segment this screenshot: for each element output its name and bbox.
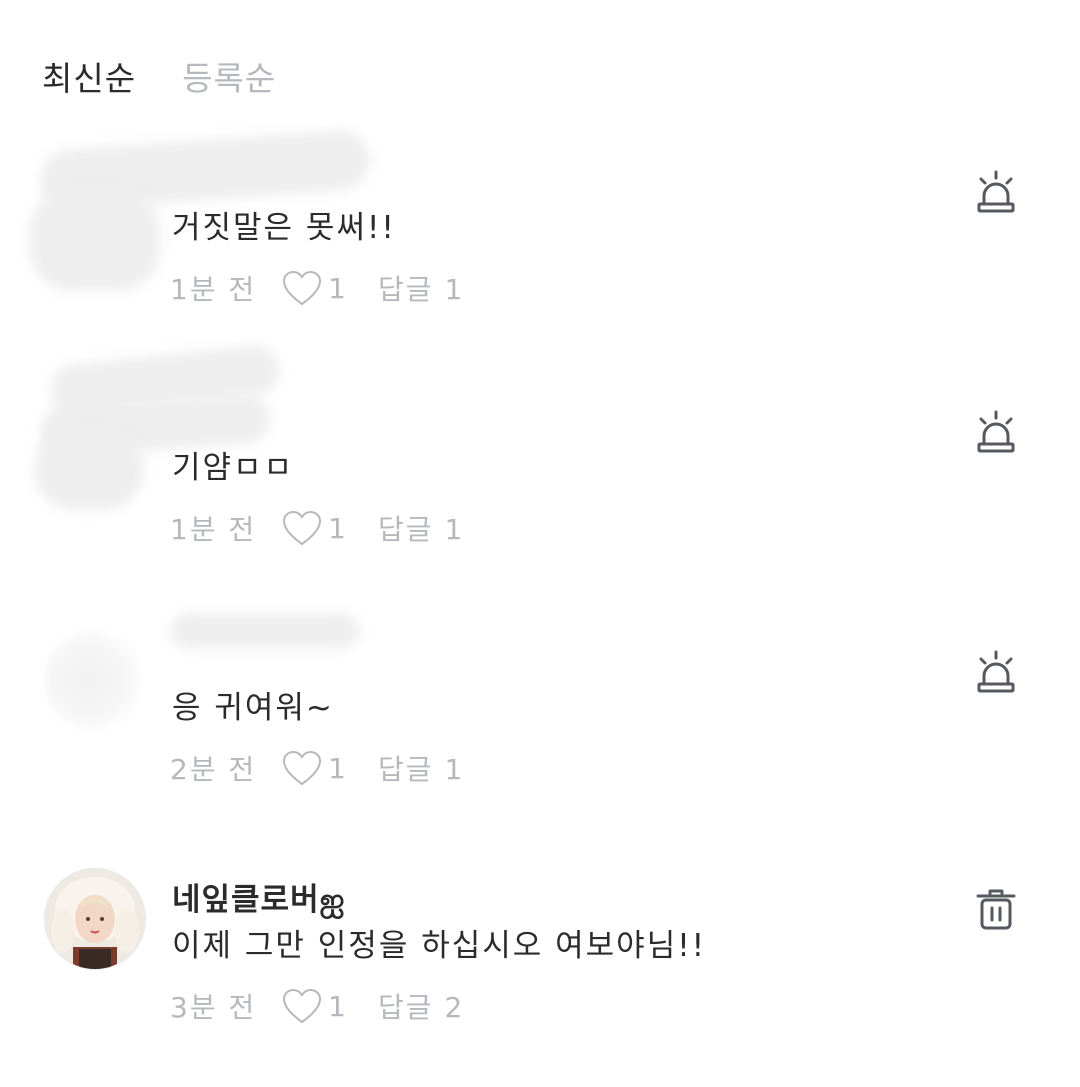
heart-icon	[282, 750, 322, 786]
comment-meta: 1분 전 1 답글 1	[170, 508, 464, 548]
reply-label: 답글	[378, 991, 434, 1024]
siren-icon[interactable]	[974, 650, 1018, 696]
tab-latest[interactable]: 최신순	[42, 52, 136, 100]
reply-count: 1	[444, 753, 465, 786]
reply-label: 답글	[378, 753, 434, 786]
like-button[interactable]: 1	[282, 510, 378, 546]
reply-label: 답글	[378, 513, 434, 546]
like-button[interactable]: 1	[282, 988, 378, 1024]
comment-text: 거짓말은 못써!!	[172, 210, 396, 246]
redaction-mark	[170, 614, 360, 648]
like-count: 1	[328, 989, 348, 1023]
comment-meta: 2분 전 1 답글 1	[170, 748, 464, 788]
siren-icon[interactable]	[974, 170, 1018, 216]
reply-count: 1	[444, 513, 465, 546]
comment-item: 기얌ㅁㅁ 1분 전 1 답글 1	[0, 343, 1080, 590]
siren-icon[interactable]	[974, 410, 1018, 456]
like-button[interactable]: 1	[282, 270, 378, 306]
comment-time: 2분 전	[170, 753, 257, 786]
comment-item: 응 귀여워~ 2분 전 1 답글 1	[0, 614, 1080, 830]
reply-button[interactable]: 답글 1	[378, 268, 464, 308]
comment-item: 네잎클로버ஐ 이제 그만 인정을 하십시오 여보야님!! 3분 전 1 답글 2	[0, 868, 1080, 1068]
comment-text: 이제 그만 인정을 하십시오 여보야님!!	[172, 928, 707, 964]
like-count: 1	[328, 751, 348, 785]
avatar[interactable]	[44, 868, 146, 970]
comment-username[interactable]: 네잎클로버ஐ	[172, 874, 345, 922]
profile-photo	[45, 869, 145, 969]
reply-count: 1	[444, 273, 465, 306]
redaction-mark	[34, 430, 144, 510]
comment-meta: 1분 전 1 답글 1	[170, 268, 464, 308]
trash-icon[interactable]	[974, 886, 1018, 932]
like-button[interactable]: 1	[282, 750, 378, 786]
avatar[interactable]	[44, 630, 144, 730]
comment-time: 1분 전	[170, 513, 257, 546]
heart-icon	[282, 988, 322, 1024]
reply-button[interactable]: 답글 1	[378, 508, 464, 548]
tab-registered[interactable]: 등록순	[182, 52, 276, 100]
reply-button[interactable]: 답글 1	[378, 748, 464, 788]
comment-meta: 3분 전 1 답글 2	[170, 986, 464, 1026]
redaction-mark	[30, 190, 160, 290]
comment-text: 기얌ㅁㅁ	[172, 450, 295, 486]
like-count: 1	[328, 271, 348, 305]
heart-icon	[282, 510, 322, 546]
reply-label: 답글	[378, 273, 434, 306]
comment-time: 3분 전	[170, 991, 257, 1024]
heart-icon	[282, 270, 322, 306]
like-count: 1	[328, 511, 348, 545]
reply-button[interactable]: 답글 2	[378, 986, 464, 1026]
sort-tabs: 최신순 등록순	[42, 52, 276, 100]
comment-item: 거짓말은 못써!! 1분 전 1 답글 1	[0, 128, 1080, 350]
comment-time: 1분 전	[170, 273, 257, 306]
reply-count: 2	[444, 991, 465, 1024]
comment-text: 응 귀여워~	[172, 690, 334, 726]
